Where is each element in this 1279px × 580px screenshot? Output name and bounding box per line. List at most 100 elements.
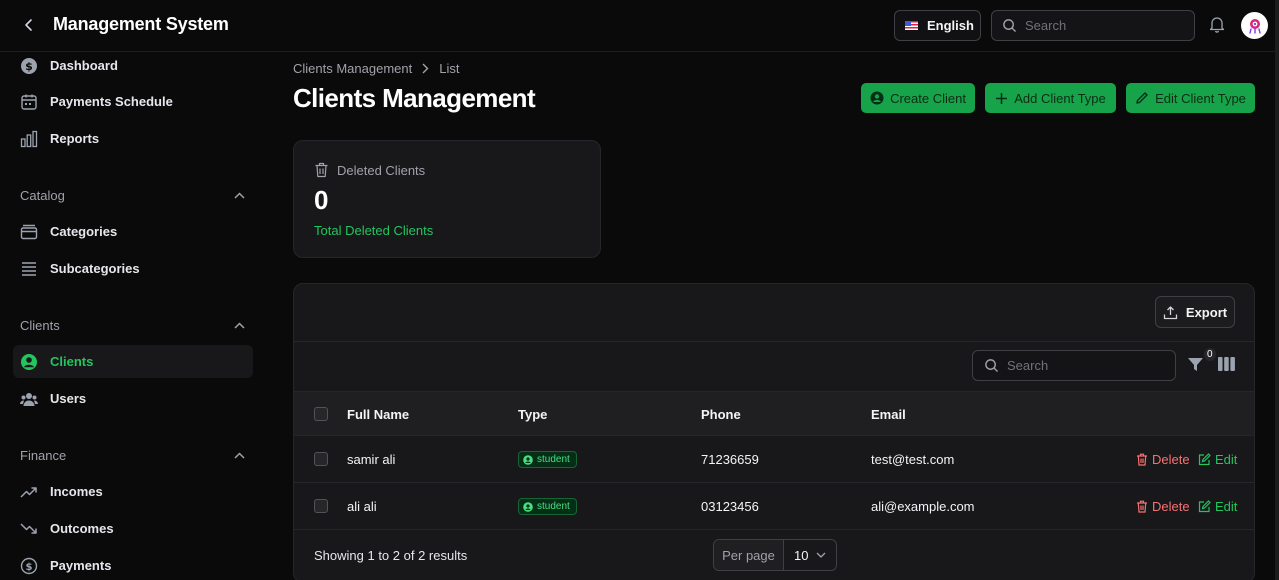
search-icon [1002, 18, 1017, 33]
create-client-button[interactable]: Create Client [861, 83, 975, 113]
user-circle-icon [523, 501, 533, 512]
sidebar-item-categories[interactable]: Categories [13, 215, 253, 248]
column-header-email[interactable]: Email [871, 407, 906, 422]
bar-chart-icon [20, 130, 38, 148]
per-page-select[interactable]: Per page 10 [713, 539, 837, 571]
breadcrumb-parent[interactable]: Clients Management [293, 61, 412, 76]
stat-description: Total Deleted Clients [314, 223, 434, 238]
filter-icon[interactable] [1187, 356, 1205, 374]
back-arrow-icon[interactable] [18, 14, 40, 36]
column-header-type[interactable]: Type [518, 407, 547, 422]
per-page-label: Per page [714, 540, 784, 570]
edit-button[interactable]: Edit [1198, 499, 1237, 514]
sidebar-item-clients[interactable]: Clients [13, 345, 253, 378]
svg-text:$: $ [26, 562, 33, 573]
avatar[interactable] [1241, 12, 1268, 39]
sidebar-item-label: Reports [50, 131, 100, 146]
sidebar-item-incomes[interactable]: Incomes [13, 475, 253, 508]
list-icon [20, 260, 38, 278]
column-header-phone[interactable]: Phone [701, 407, 741, 422]
svg-text:$: $ [25, 60, 33, 73]
bell-icon[interactable] [1208, 15, 1228, 35]
breadcrumb: Clients Management List [293, 61, 459, 76]
search-icon [984, 358, 999, 373]
add-client-type-button[interactable]: Add Client Type [985, 83, 1116, 113]
edit-label: Edit [1215, 452, 1238, 467]
calendar-icon [20, 93, 38, 111]
page-title: Clients Management [293, 83, 536, 113]
chevron-right-icon [422, 63, 429, 74]
row-checkbox[interactable] [314, 452, 328, 466]
table-row[interactable]: samir ali student 71236659 test@test.com… [294, 436, 1254, 483]
columns-icon[interactable] [1218, 357, 1236, 373]
cell-email: ali@example.com [871, 499, 975, 514]
stat-label: Deleted Clients [337, 162, 426, 178]
sidebar-group-label: Catalog [20, 188, 65, 203]
top-bar: Management System English [0, 0, 1279, 52]
table-header-row: Full Name Type Phone Email [294, 391, 1254, 436]
dollar-circle-icon: $ [20, 557, 38, 575]
export-button[interactable]: Export [1155, 296, 1235, 328]
users-icon [20, 390, 38, 408]
type-badge-label: student [537, 454, 570, 465]
type-badge-label: student [537, 501, 570, 512]
chevron-up-icon [234, 192, 245, 199]
chevron-up-icon [234, 452, 245, 459]
type-badge: student [518, 498, 577, 515]
delete-button[interactable]: Delete [1136, 452, 1190, 467]
sidebar-item-payments-schedule[interactable]: Payments Schedule [13, 85, 253, 118]
sidebar-item-label: Payments [50, 558, 112, 573]
edit-client-type-label: Edit Client Type [1155, 90, 1246, 106]
edit-client-type-button[interactable]: Edit Client Type [1126, 83, 1255, 113]
sidebar-item-dashboard[interactable]: $ Dashboard [13, 49, 253, 82]
divider [294, 341, 1254, 342]
per-page-dropdown[interactable]: 10 [784, 540, 836, 570]
trash-icon [1137, 500, 1147, 513]
export-label: Export [1185, 304, 1228, 320]
page-scrollbar[interactable] [1275, 0, 1279, 580]
per-page-value: 10 [794, 547, 809, 563]
cell-full-name: ali ali [347, 499, 377, 514]
select-all-checkbox[interactable] [314, 407, 328, 421]
sidebar-group-clients[interactable]: Clients [20, 318, 245, 333]
filter-count-badge: 0 [1204, 348, 1216, 361]
sidebar-item-users[interactable]: Users [13, 382, 253, 415]
pencil-icon [1135, 91, 1149, 105]
trash-icon [314, 162, 329, 178]
sidebar-group-label: Finance [20, 448, 67, 463]
sidebar-item-reports[interactable]: Reports [13, 122, 253, 155]
trash-icon [1137, 453, 1147, 466]
language-label: English [927, 18, 974, 33]
sidebar-item-subcategories[interactable]: Subcategories [13, 252, 253, 285]
user-circle-icon [870, 91, 884, 105]
user-circle-icon [20, 353, 38, 371]
stat-label-row: Deleted Clients [314, 162, 425, 178]
cell-full-name: samir ali [347, 452, 396, 467]
sidebar-group-finance[interactable]: Finance [20, 448, 245, 463]
language-switcher[interactable]: English [894, 10, 981, 41]
table-search-input[interactable] [1007, 358, 1157, 373]
pagination-summary: Showing 1 to 2 of 2 results [314, 548, 468, 563]
cell-phone: 71236659 [701, 452, 759, 467]
sidebar-item-payments[interactable]: $ Payments [13, 549, 253, 580]
column-header-full-name[interactable]: Full Name [347, 407, 409, 422]
table-search[interactable] [972, 350, 1176, 381]
delete-button[interactable]: Delete [1136, 499, 1190, 514]
global-search-input[interactable] [1025, 18, 1175, 33]
deleted-clients-card: Deleted Clients 0 Total Deleted Clients [293, 140, 601, 258]
global-search[interactable] [991, 10, 1195, 41]
breadcrumb-current: List [439, 61, 460, 76]
sidebar-item-label: Subcategories [50, 261, 140, 276]
sidebar-item-label: Incomes [50, 484, 103, 499]
upload-icon [1163, 305, 1178, 320]
row-checkbox[interactable] [314, 499, 328, 513]
edit-icon [1198, 453, 1211, 466]
sidebar-item-outcomes[interactable]: Outcomes [13, 512, 253, 545]
edit-button[interactable]: Edit [1198, 452, 1237, 467]
folder-icon [20, 223, 38, 241]
sidebar-group-catalog[interactable]: Catalog [20, 188, 245, 203]
user-circle-icon [523, 454, 533, 465]
chevron-up-icon [234, 322, 245, 329]
us-flag-icon [905, 21, 918, 30]
table-row[interactable]: ali ali student 03123456 ali@example.com… [294, 483, 1254, 530]
